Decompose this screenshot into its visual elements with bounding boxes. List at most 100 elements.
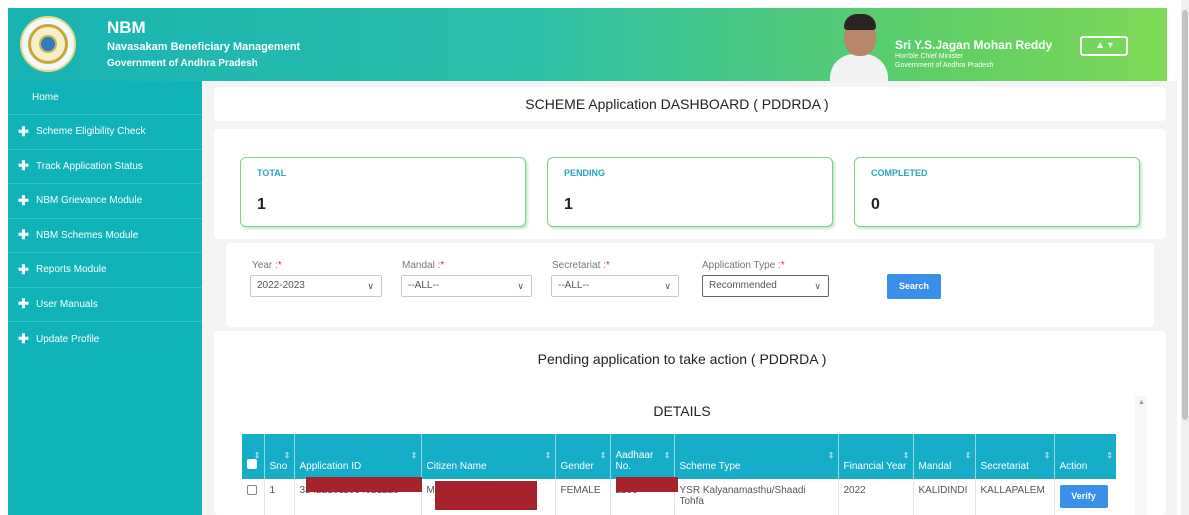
cell-gender: FEMALE <box>555 479 611 515</box>
column-header-mandal[interactable]: Mandal ⇕ <box>913 434 976 479</box>
brand-government: Government of Andhra Pradesh <box>107 58 258 69</box>
sidebar-item-grievance-module[interactable]: ✚ NBM Grievance Module <box>8 184 202 219</box>
cell-secretariat: KALLAPALEM <box>975 479 1055 515</box>
user-menu-button[interactable]: ▲ ▾ <box>1080 36 1128 56</box>
column-header-action[interactable]: Action ⇕ <box>1054 434 1116 479</box>
sort-icon: ⇕ <box>1043 451 1051 460</box>
cell-financial-year: 2022 <box>838 479 914 515</box>
sidebar-item-label: Scheme Eligibility Check <box>36 126 146 138</box>
year-select[interactable]: 2022-2023 ∨ <box>250 275 382 297</box>
cm-name: Sri Y.S.Jagan Mohan Reddy <box>895 38 1053 52</box>
pending-section-title: Pending application to take action ( PDD… <box>537 351 827 367</box>
brand-subtitle: Navasakam Beneficiary Management <box>107 41 301 53</box>
secretariat-label: Secretariat :* <box>552 260 610 271</box>
sidebar-item-label: Update Profile <box>36 333 100 345</box>
app-root: NBM Navasakam Beneficiary Management Gov… <box>0 0 1189 515</box>
cell-scheme-type: YSR Kalyanamasthu/Shaadi Tohfa <box>674 479 839 515</box>
stat-label: COMPLETED <box>871 168 928 178</box>
sort-icon: ⇕ <box>1106 451 1113 460</box>
chief-minister-photo <box>826 10 892 81</box>
verify-button[interactable]: Verify <box>1059 485 1108 508</box>
select-all-checkbox[interactable] <box>247 459 257 469</box>
sidebar-item-user-manuals[interactable]: ✚ User Manuals <box>8 288 202 322</box>
sort-icon: ⇕ <box>827 451 835 460</box>
stat-pending: PENDING 1 <box>547 157 833 227</box>
applications-table: ⇕ Sno ⇕ Application ID ⇕ Citizen Name ⇕ Gen… <box>242 434 1116 515</box>
sidebar-item-label: Home <box>32 92 59 103</box>
redaction-bar <box>616 477 678 492</box>
stat-label: PENDING <box>564 168 606 178</box>
cm-government: Government of Andhra Pradesh <box>895 62 994 69</box>
details-title: DETAILS <box>653 403 711 419</box>
chevron-down-icon: ∨ <box>517 281 524 291</box>
sidebar-item-schemes-module[interactable]: ✚ NBM Schemes Module <box>8 219 202 253</box>
sidebar-item-label: NBM Schemes Module <box>36 229 139 241</box>
scroll-up-icon[interactable]: ▲ <box>1138 399 1145 406</box>
stat-total: TOTAL 1 <box>240 157 526 227</box>
redaction-bar <box>435 481 537 510</box>
plus-icon: ✚ <box>18 227 29 243</box>
plus-icon: ✚ <box>18 123 29 139</box>
select-all-header[interactable]: ⇕ <box>242 434 265 479</box>
user-icon: ▲ <box>1095 40 1106 51</box>
cm-role: Hon'ble Chief Minister <box>895 53 964 60</box>
plus-icon: ✚ <box>18 331 29 347</box>
sort-icon: ⇕ <box>283 451 291 460</box>
column-header-financial-year[interactable]: Financial Year ⇕ <box>838 434 914 479</box>
top-header: NBM Navasakam Beneficiary Management Gov… <box>8 8 1167 81</box>
column-header-application-id[interactable]: Application ID ⇕ <box>294 434 422 479</box>
year-label: Year :* <box>252 260 282 271</box>
sidebar-item-track-application-status[interactable]: ✚ Track Application Status <box>8 150 202 184</box>
sort-icon: ⇕ <box>599 451 607 460</box>
column-header-aadhaar[interactable]: Aadhaar No. ⇕ <box>610 434 675 479</box>
stat-value: 1 <box>564 196 573 213</box>
sort-icon: ⇕ <box>902 451 910 460</box>
row-checkbox[interactable] <box>247 485 257 495</box>
redaction-bar <box>306 477 422 492</box>
sidebar-item-scheme-eligibility-check[interactable]: ✚ Scheme Eligibility Check <box>8 115 202 150</box>
sidebar-item-update-profile[interactable]: ✚ Update Profile <box>8 322 202 357</box>
sidebar-item-label: Reports Module <box>36 264 107 276</box>
chevron-down-icon: ∨ <box>664 281 671 291</box>
table-scrollbar[interactable] <box>1135 396 1147 515</box>
cell-action: Verify <box>1054 479 1116 515</box>
secretariat-select[interactable]: --ALL-- ∨ <box>551 275 679 297</box>
sort-icon: ⇕ <box>663 451 671 460</box>
brand-title: NBM <box>107 18 146 37</box>
application-type-select[interactable]: Recommended ∨ <box>702 275 829 297</box>
column-header-sno[interactable]: Sno ⇕ <box>264 434 295 479</box>
search-button[interactable]: Search <box>887 274 941 299</box>
sidebar-item-label: User Manuals <box>36 298 98 310</box>
stat-label: TOTAL <box>257 168 287 178</box>
plus-icon: ✚ <box>18 261 29 277</box>
table-header-row: ⇕ Sno ⇕ Application ID ⇕ Citizen Name ⇕ Gen… <box>242 434 1116 479</box>
chevron-down-icon: ▾ <box>1107 40 1113 51</box>
column-header-citizen-name[interactable]: Citizen Name ⇕ <box>421 434 556 479</box>
column-header-scheme-type[interactable]: Scheme Type ⇕ <box>674 434 839 479</box>
main-content: SCHEME Application DASHBOARD ( PDDRDA ) … <box>202 81 1177 515</box>
stat-completed: COMPLETED 0 <box>854 157 1140 227</box>
page-scrollbar-thumb[interactable] <box>1182 10 1188 420</box>
cell-mandal: KALIDINDI <box>913 479 976 515</box>
sort-icon: ⇕ <box>544 451 552 460</box>
plus-icon: ✚ <box>18 192 29 208</box>
stat-value: 0 <box>871 196 880 213</box>
sidebar-item-reports-module[interactable]: ✚ Reports Module <box>8 253 202 288</box>
sidebar-item-home[interactable]: Home <box>8 81 202 115</box>
ap-emblem-logo <box>20 16 76 72</box>
stat-value: 1 <box>257 196 266 213</box>
sort-icon: ⇕ <box>253 451 261 460</box>
cell-sno: 1 <box>264 479 295 515</box>
column-header-gender[interactable]: Gender ⇕ <box>555 434 611 479</box>
sidebar-item-label: Track Application Status <box>36 160 143 172</box>
plus-icon: ✚ <box>18 158 29 174</box>
sort-icon: ⇕ <box>410 451 418 460</box>
chevron-down-icon: ∨ <box>367 281 374 291</box>
row-select-cell <box>242 479 265 515</box>
mandal-label: Mandal :* <box>402 260 445 271</box>
plus-icon: ✚ <box>18 296 29 312</box>
sidebar: Home ✚ Scheme Eligibility Check ✚ Track … <box>8 81 202 515</box>
mandal-select[interactable]: --ALL-- ∨ <box>401 275 532 297</box>
column-header-secretariat[interactable]: Secretariat ⇕ <box>975 434 1055 479</box>
page-title: SCHEME Application DASHBOARD ( PDDRDA ) <box>525 96 829 112</box>
